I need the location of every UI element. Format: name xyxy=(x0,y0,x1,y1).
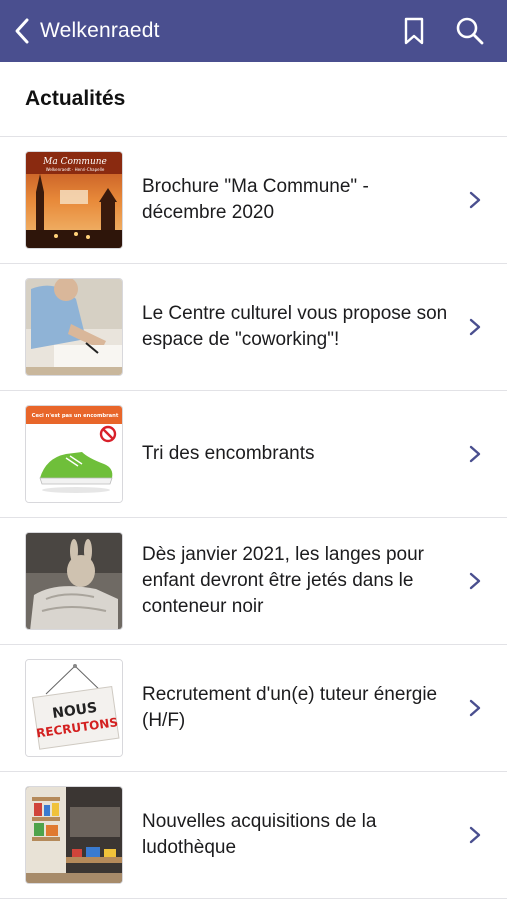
nous-recrutons-sign-image: NOUS RECRUTONS xyxy=(26,660,122,756)
news-thumbnail: NOUS RECRUTONS xyxy=(25,659,123,757)
news-item-brochure[interactable]: Ma Commune Welkenraedt · Henri-Chapelle … xyxy=(0,137,507,264)
news-title: Nouvelles acquisitions de la ludothèque xyxy=(142,811,377,858)
news-title: Brochure "Ma Commune" - décembre 2020 xyxy=(142,176,369,223)
chevron-right-icon xyxy=(469,318,481,336)
chevron-left-icon xyxy=(15,18,29,44)
bookmark-icon xyxy=(404,17,424,45)
search-button[interactable] xyxy=(455,16,485,46)
news-thumbnail xyxy=(25,532,123,630)
chevron-right-icon xyxy=(469,445,481,463)
back-button[interactable]: Welkenraedt xyxy=(12,16,160,46)
news-thumbnail xyxy=(25,786,123,884)
chevron-right-icon xyxy=(469,826,481,844)
news-title: Tri des encombrants xyxy=(142,443,315,464)
toy-library-image xyxy=(26,787,122,883)
news-item-ludotheque[interactable]: Nouvelles acquisitions de la ludothèque xyxy=(0,772,507,899)
chevron-right-icon xyxy=(469,699,481,717)
news-title: Dès janvier 2021, les langes pour enfant… xyxy=(142,544,425,617)
news-title: Le Centre culturel vous propose son espa… xyxy=(142,303,448,350)
svg-text:Welkenraedt · Henri-Chapelle: Welkenraedt · Henri-Chapelle xyxy=(46,167,105,172)
news-item-langes[interactable]: Dès janvier 2021, les langes pour enfant… xyxy=(0,518,507,645)
person-writing-image xyxy=(26,279,122,375)
news-item-coworking[interactable]: Le Centre culturel vous propose son espa… xyxy=(0,264,507,391)
plush-bunny-image xyxy=(26,533,122,629)
section-header: Actualités xyxy=(0,62,507,137)
green-shoe-image: Ceci n'est pas un encombrant xyxy=(26,406,122,502)
news-thumbnail: Ma Commune Welkenraedt · Henri-Chapelle xyxy=(25,151,123,249)
page-title: Actualités xyxy=(25,87,126,110)
svg-text:Ceci n'est pas un encombrant: Ceci n'est pas un encombrant xyxy=(32,413,119,419)
bookmark-button[interactable] xyxy=(403,16,425,46)
back-button-label: Welkenraedt xyxy=(40,19,160,42)
news-title: Recrutement d'un(e) tuteur énergie (H/F) xyxy=(142,684,438,731)
navigation-bar: Welkenraedt xyxy=(0,0,507,62)
chevron-right-icon xyxy=(469,191,481,209)
news-list: Ma Commune Welkenraedt · Henri-Chapelle … xyxy=(0,137,507,899)
brochure-cover-image: Ma Commune Welkenraedt · Henri-Chapelle xyxy=(26,152,122,248)
chevron-right-icon xyxy=(469,572,481,590)
svg-text:Ma Commune: Ma Commune xyxy=(42,157,107,167)
news-item-recrutement[interactable]: NOUS RECRUTONS Recrutement d'un(e) tuteu… xyxy=(0,645,507,772)
news-thumbnail: Ceci n'est pas un encombrant xyxy=(25,405,123,503)
news-item-encombrants[interactable]: Ceci n'est pas un encombrant Tri des enc… xyxy=(0,391,507,518)
search-icon xyxy=(456,17,484,45)
news-thumbnail xyxy=(25,278,123,376)
